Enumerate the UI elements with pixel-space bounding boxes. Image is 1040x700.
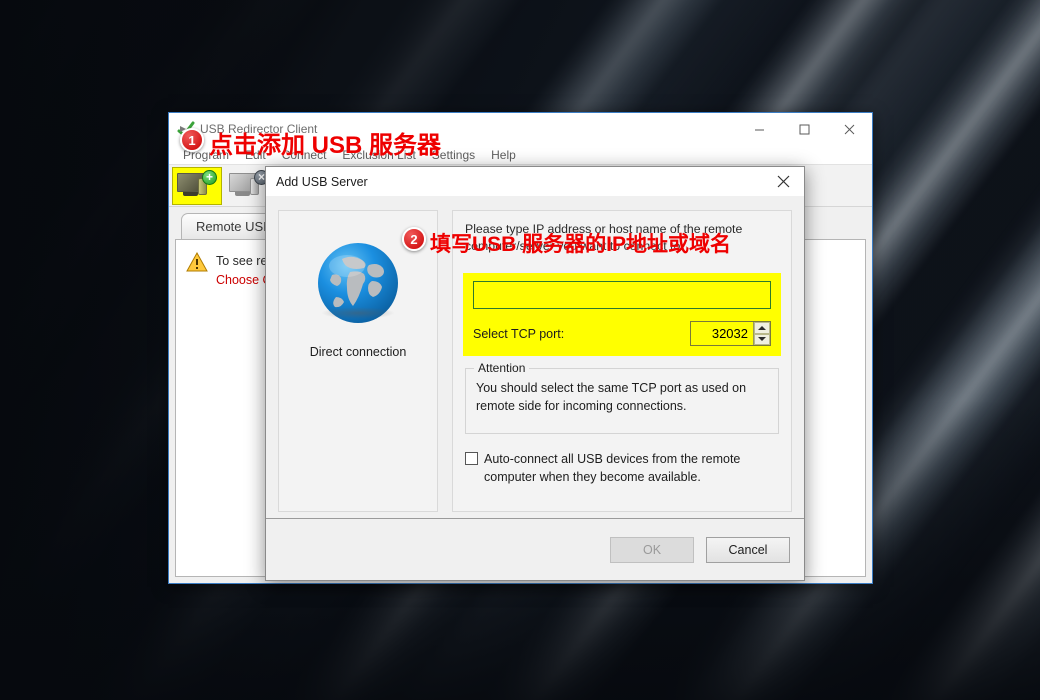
- highlighted-input-group: Select TCP port:: [463, 273, 781, 356]
- globe-shadow: [321, 307, 395, 319]
- chevron-up-icon[interactable]: [754, 322, 770, 334]
- attention-legend: Attention: [474, 361, 530, 375]
- autoconnect-row[interactable]: Auto-connect all USB devices from the re…: [465, 450, 779, 486]
- ip-address-input[interactable]: [473, 281, 771, 309]
- autoconnect-label: Auto-connect all USB devices from the re…: [484, 452, 741, 485]
- annotation-badge-1: 1: [180, 128, 204, 152]
- ok-button[interactable]: OK: [610, 536, 694, 563]
- cancel-button[interactable]: Cancel: [706, 536, 790, 563]
- connection-type-label: Direct connection: [309, 345, 407, 359]
- autoconnect-checkbox[interactable]: [465, 452, 478, 466]
- attention-groupbox: Attention You should select the same TCP…: [465, 361, 779, 435]
- attention-text: You should select the same TCP port as u…: [476, 381, 747, 414]
- annotation-text-1: 点击添加 USB 服务器: [209, 132, 442, 159]
- window-controls: [737, 113, 872, 145]
- add-usb-server-button[interactable]: +: [172, 166, 222, 205]
- chevron-down-icon[interactable]: [754, 333, 770, 345]
- dialog-footer: OK Cancel: [266, 518, 804, 580]
- warning-triangle-icon: [186, 251, 208, 272]
- minimize-icon[interactable]: [737, 113, 782, 145]
- close-icon[interactable]: [827, 113, 872, 145]
- connection-type-panel: Direct connection: [278, 210, 438, 512]
- close-icon[interactable]: [762, 167, 804, 196]
- maximize-icon[interactable]: [782, 113, 827, 145]
- tcp-port-row: Select TCP port:: [473, 321, 771, 346]
- monitor-plus-icon: +: [176, 169, 218, 201]
- tcp-port-stepper[interactable]: [690, 321, 771, 346]
- annotation-badge-2: 2: [402, 227, 426, 251]
- tcp-port-input[interactable]: [691, 322, 753, 345]
- dialog-title: Add USB Server: [276, 174, 368, 189]
- menu-item-help[interactable]: Help: [483, 148, 524, 162]
- annotation-text-2: 填写USB 服务器的IP地址或域名: [430, 233, 732, 256]
- monitor-x-icon: ×: [228, 169, 270, 201]
- dialog-titlebar: Add USB Server: [266, 167, 804, 196]
- tcp-port-label: Select TCP port:: [473, 326, 565, 341]
- tcp-port-spinner-arrows: [753, 322, 770, 345]
